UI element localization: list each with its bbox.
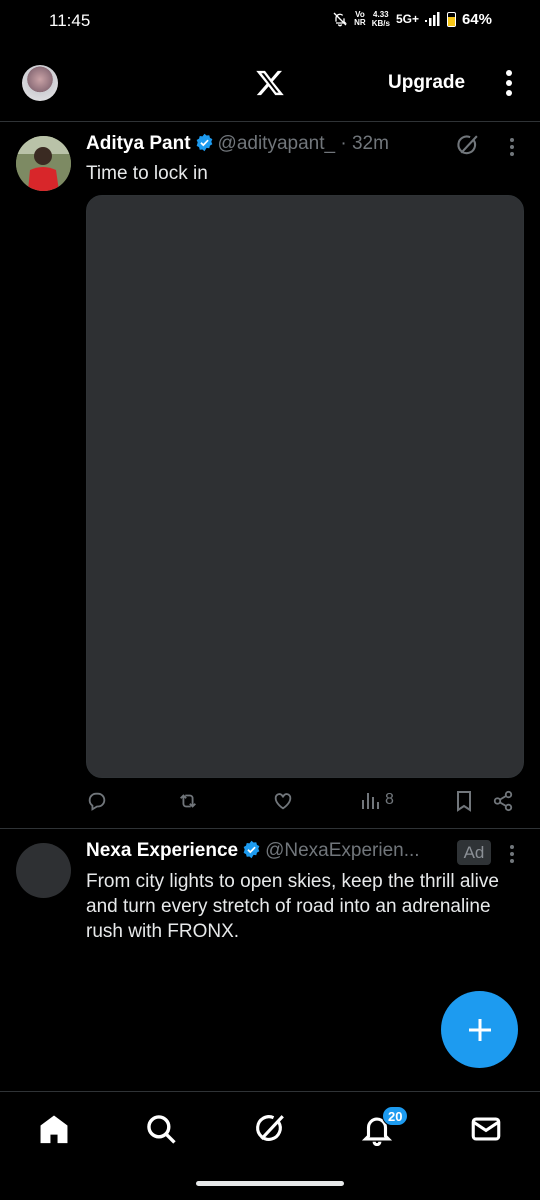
profile-avatar[interactable] (22, 65, 58, 101)
retweet-icon (180, 794, 196, 808)
verified-badge-icon (243, 840, 260, 859)
generation-label: 5G+ (395, 12, 419, 26)
plus-icon (468, 1018, 491, 1041)
home-icon[interactable] (37, 1112, 71, 1146)
status-indicators: Vo NR 4.33 KB/s 5G+ 64% (332, 10, 492, 28)
battery-icon (446, 11, 456, 27)
avatar-photo (16, 136, 71, 191)
grok-icon[interactable] (455, 133, 480, 158)
author-handle[interactable]: @adityapant_ (218, 133, 336, 154)
tweet-text: Time to lock in (86, 163, 208, 184)
verified-badge-icon (196, 133, 212, 152)
retweet-button[interactable] (176, 790, 200, 812)
advertiser-avatar[interactable] (16, 843, 71, 898)
header-divider (0, 121, 540, 122)
tweet-actions: 8 (86, 790, 526, 816)
advertiser-handle[interactable]: @NexaExperien... (265, 840, 419, 861)
ad-tweet-header: Nexa Experience @NexaExperien... (86, 840, 420, 862)
tweet-time: · 32m (335, 133, 389, 154)
ad-badge: Ad (457, 840, 491, 865)
x-logo-icon[interactable] (254, 68, 286, 98)
share-icon (493, 790, 513, 812)
status-time: 11:45 (49, 11, 91, 30)
notifications-badge: 20 (382, 1106, 409, 1126)
messages-icon[interactable] (469, 1112, 503, 1146)
signal-icon (424, 12, 440, 26)
search-icon[interactable] (144, 1112, 178, 1146)
ad-more-icon[interactable] (505, 843, 519, 865)
app-header: Upgrade (0, 52, 540, 114)
data-speed: 4.33 KB/s (372, 10, 390, 28)
network-type: Vo NR (354, 11, 366, 27)
views-count: 8 (385, 791, 394, 808)
reply-icon (88, 792, 106, 811)
tweet-author-avatar[interactable] (16, 136, 71, 191)
heart-icon (274, 793, 292, 810)
advertiser-name[interactable]: Nexa Experience (86, 840, 238, 861)
ad-tweet-text: From city lights to open skies, keep the… (86, 871, 499, 942)
tweet-media[interactable] (86, 195, 524, 778)
author-name[interactable]: Aditya Pant (86, 133, 191, 154)
battery-percent: 64% (461, 10, 492, 28)
views-button[interactable]: 8 (361, 790, 394, 810)
mute-bell-icon (333, 12, 348, 27)
share-button[interactable] (492, 790, 514, 812)
home-indicator[interactable] (196, 1181, 344, 1186)
tweet-header: Aditya Pant @adityapant_ · 32m (86, 133, 389, 155)
bookmark-icon (457, 791, 471, 812)
speed-unit: KB/s (371, 19, 390, 28)
like-button[interactable] (272, 790, 294, 812)
tweet-more-icon[interactable] (505, 136, 519, 158)
reply-button[interactable] (86, 790, 108, 812)
network-bottom-label: NR (354, 18, 366, 27)
bookmark-button[interactable] (454, 790, 474, 812)
vertical-dots-icon[interactable] (500, 68, 518, 98)
compose-button[interactable] (441, 991, 518, 1068)
upgrade-button[interactable]: Upgrade (388, 72, 465, 94)
grok-icon[interactable] (253, 1112, 287, 1146)
speed-value: 4.33 (373, 10, 389, 19)
bottom-navigation (0, 1091, 540, 1168)
tweet-divider (0, 828, 540, 829)
views-icon (362, 793, 379, 809)
status-bar: 11:45 Vo NR 4.33 KB/s 5G+ 64% (0, 0, 540, 46)
